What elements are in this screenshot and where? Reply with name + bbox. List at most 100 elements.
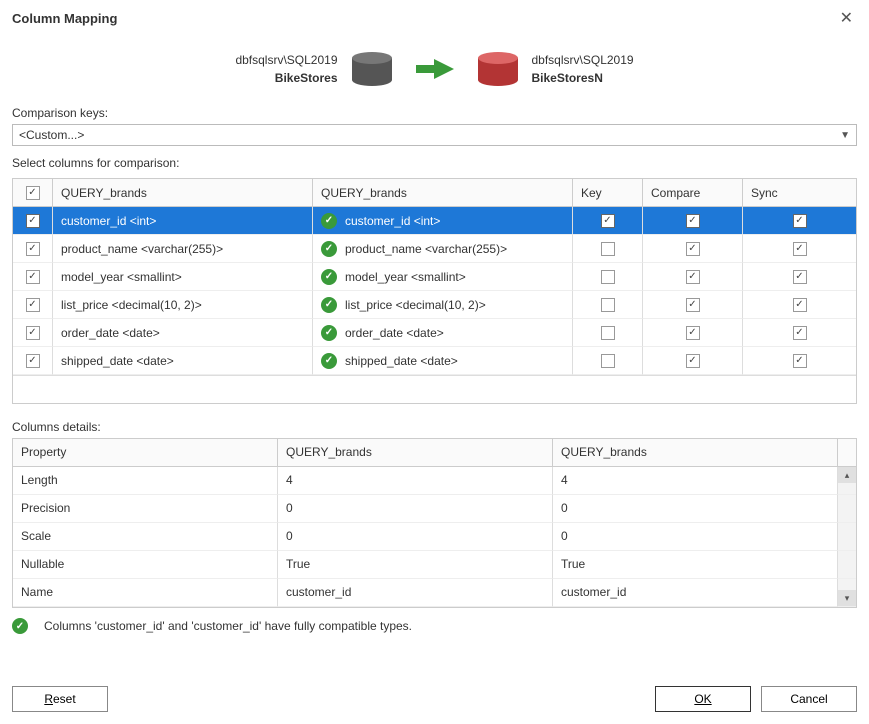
row-compare-checkbox[interactable] xyxy=(643,235,743,263)
scrollbar-track[interactable]: ▴ xyxy=(838,467,856,495)
table-row[interactable]: shipped_date <date>✓shipped_date <date> xyxy=(13,347,856,375)
details-property: Length xyxy=(13,467,278,495)
scrollbar-track[interactable] xyxy=(838,551,856,579)
source-db-label: BikeStores xyxy=(235,71,337,85)
ok-button[interactable]: OK xyxy=(655,686,751,712)
details-left-value: 4 xyxy=(278,467,553,495)
row-right-column: ✓shipped_date <date> xyxy=(313,347,573,375)
row-key-checkbox[interactable] xyxy=(573,319,643,347)
row-checkbox[interactable] xyxy=(13,207,53,235)
row-compare-checkbox[interactable] xyxy=(643,207,743,235)
chevron-down-icon: ▼ xyxy=(840,130,850,141)
row-sync-checkbox[interactable] xyxy=(743,207,856,235)
row-checkbox[interactable] xyxy=(13,235,53,263)
scrollbar-track[interactable] xyxy=(838,495,856,523)
row-compare-checkbox[interactable] xyxy=(643,291,743,319)
row-right-column: ✓list_price <decimal(10, 2)> xyxy=(313,291,573,319)
scrollbar-track[interactable]: ▾ xyxy=(838,579,856,607)
row-sync-checkbox[interactable] xyxy=(743,291,856,319)
header-sync[interactable]: Sync xyxy=(743,179,856,207)
header-compare[interactable]: Compare xyxy=(643,179,743,207)
details-property: Precision xyxy=(13,495,278,523)
table-row[interactable]: product_name <varchar(255)>✓product_name… xyxy=(13,235,856,263)
target-server-label: dbfsqlsrv\SQL2019 xyxy=(532,53,634,67)
scroll-down-icon[interactable]: ▾ xyxy=(838,590,856,606)
row-left-column: model_year <smallint> xyxy=(53,263,313,291)
row-checkbox[interactable] xyxy=(13,263,53,291)
table-row[interactable]: model_year <smallint>✓model_year <smalli… xyxy=(13,263,856,291)
select-columns-label: Select columns for comparison: xyxy=(12,156,857,170)
row-left-column: shipped_date <date> xyxy=(53,347,313,375)
check-circle-icon: ✓ xyxy=(321,297,337,313)
details-header-right[interactable]: QUERY_brands xyxy=(553,439,838,467)
target-database: dbfsqlsrv\SQL2019 BikeStoresN xyxy=(478,52,634,86)
row-checkbox[interactable] xyxy=(13,291,53,319)
cancel-button[interactable]: Cancel xyxy=(761,686,857,712)
columns-table: QUERY_brands QUERY_brands Key Compare Sy… xyxy=(12,178,857,404)
details-left-value: 0 xyxy=(278,523,553,551)
row-compare-checkbox[interactable] xyxy=(643,347,743,375)
row-key-checkbox[interactable] xyxy=(573,207,643,235)
dialog-header: Column Mapping ✕ xyxy=(12,0,857,34)
button-bar: Reset OK Cancel xyxy=(12,672,857,712)
header-right[interactable]: QUERY_brands xyxy=(313,179,573,207)
row-key-checkbox[interactable] xyxy=(573,291,643,319)
header-left[interactable]: QUERY_brands xyxy=(53,179,313,207)
details-left-value: True xyxy=(278,551,553,579)
details-row: Precision00 xyxy=(13,495,856,523)
comparison-keys-label: Comparison keys: xyxy=(12,106,857,120)
row-compare-checkbox[interactable] xyxy=(643,263,743,291)
details-scroll-header xyxy=(838,439,856,467)
row-key-checkbox[interactable] xyxy=(573,235,643,263)
row-left-column: product_name <varchar(255)> xyxy=(53,235,313,263)
check-circle-icon: ✓ xyxy=(321,269,337,285)
arrow-icon xyxy=(416,59,454,79)
row-key-checkbox[interactable] xyxy=(573,263,643,291)
row-sync-checkbox[interactable] xyxy=(743,263,856,291)
scrollbar-track[interactable] xyxy=(838,523,856,551)
row-sync-checkbox[interactable] xyxy=(743,235,856,263)
status-message: Columns 'customer_id' and 'customer_id' … xyxy=(44,619,412,633)
details-right-value: 0 xyxy=(553,495,838,523)
row-compare-checkbox[interactable] xyxy=(643,319,743,347)
columns-details-label: Columns details: xyxy=(12,420,857,434)
columns-table-header: QUERY_brands QUERY_brands Key Compare Sy… xyxy=(13,179,856,207)
database-icon xyxy=(352,52,392,86)
comparison-keys-combo[interactable]: <Custom...> ▼ xyxy=(12,124,857,146)
table-row[interactable]: order_date <date>✓order_date <date> xyxy=(13,319,856,347)
table-row[interactable]: list_price <decimal(10, 2)>✓list_price <… xyxy=(13,291,856,319)
status-line: ✓ Columns 'customer_id' and 'customer_id… xyxy=(12,618,857,634)
header-key[interactable]: Key xyxy=(573,179,643,207)
combo-value: <Custom...> xyxy=(19,128,84,142)
check-circle-icon: ✓ xyxy=(12,618,28,634)
details-left-value: customer_id xyxy=(278,579,553,607)
row-key-checkbox[interactable] xyxy=(573,347,643,375)
details-row: NullableTrueTrue xyxy=(13,551,856,579)
close-icon[interactable]: ✕ xyxy=(836,8,857,28)
details-header-property[interactable]: Property xyxy=(13,439,278,467)
details-row: Length44▴ xyxy=(13,467,856,495)
table-row[interactable]: customer_id <int>✓customer_id <int> xyxy=(13,207,856,235)
row-checkbox[interactable] xyxy=(13,347,53,375)
columns-table-footer xyxy=(13,375,856,403)
row-right-column: ✓customer_id <int> xyxy=(313,207,573,235)
details-table-header: Property QUERY_brands QUERY_brands xyxy=(13,439,856,467)
details-left-value: 0 xyxy=(278,495,553,523)
row-left-column: customer_id <int> xyxy=(53,207,313,235)
column-mapping-dialog: Column Mapping ✕ dbfsqlsrv\SQL2019 BikeS… xyxy=(0,0,869,724)
reset-button[interactable]: Reset xyxy=(12,686,108,712)
details-right-value: customer_id xyxy=(553,579,838,607)
row-left-column: list_price <decimal(10, 2)> xyxy=(53,291,313,319)
source-database: dbfsqlsrv\SQL2019 BikeStores xyxy=(235,52,391,86)
target-db-label: BikeStoresN xyxy=(532,71,634,85)
scroll-up-icon[interactable]: ▴ xyxy=(838,467,856,483)
details-property: Name xyxy=(13,579,278,607)
header-check-all[interactable] xyxy=(13,179,53,207)
row-sync-checkbox[interactable] xyxy=(743,347,856,375)
row-sync-checkbox[interactable] xyxy=(743,319,856,347)
details-property: Nullable xyxy=(13,551,278,579)
details-right-value: 0 xyxy=(553,523,838,551)
row-checkbox[interactable] xyxy=(13,319,53,347)
row-right-column: ✓product_name <varchar(255)> xyxy=(313,235,573,263)
details-header-left[interactable]: QUERY_brands xyxy=(278,439,553,467)
